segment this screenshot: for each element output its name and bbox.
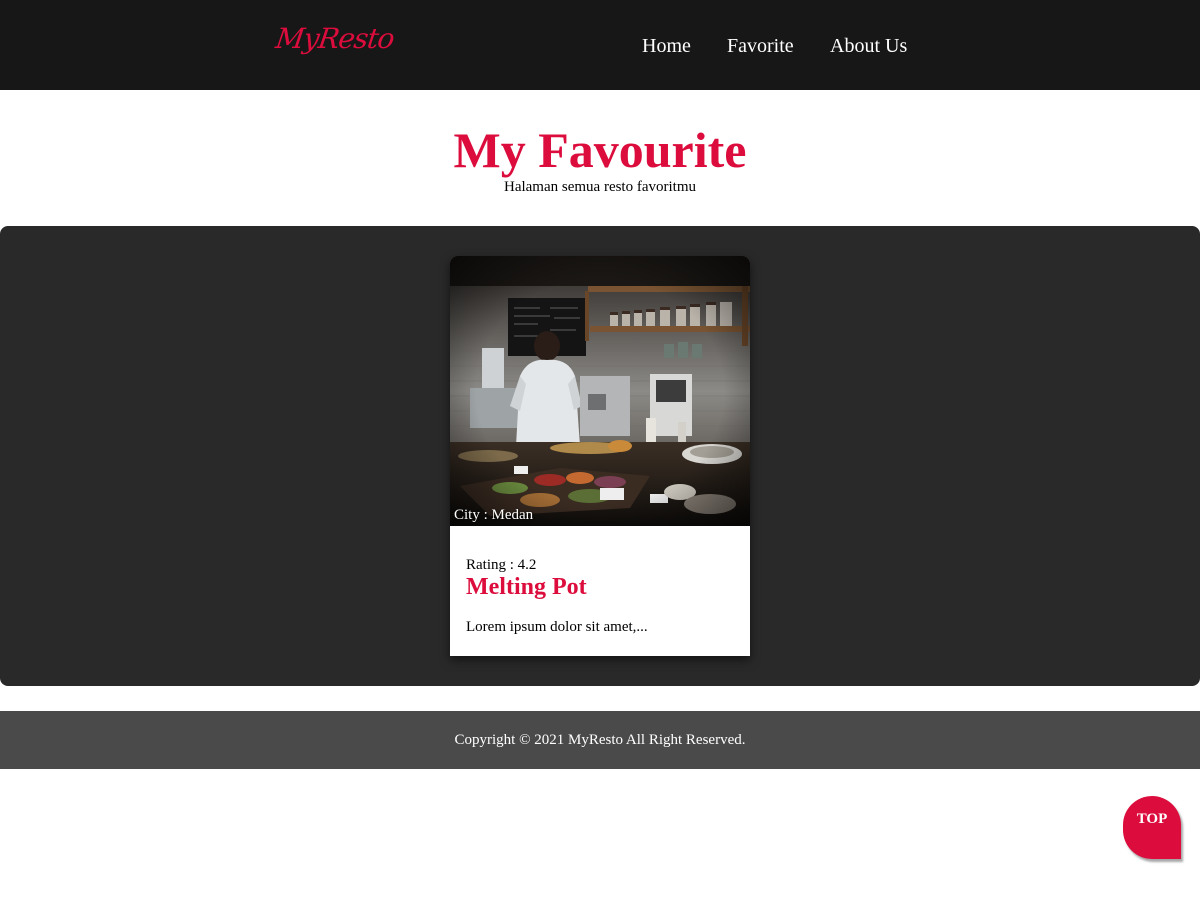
- restaurant-city: City : Medan: [454, 507, 534, 523]
- site-footer: Copyright © 2021 MyResto All Right Reser…: [0, 711, 1200, 769]
- restaurant-name-link[interactable]: Melting Pot: [466, 572, 587, 602]
- nav-link-favorite[interactable]: Favorite: [727, 34, 794, 58]
- restaurant-card[interactable]: City : Medan Rating : 4.2 Melting Pot Lo…: [450, 256, 750, 656]
- site-logo[interactable]: MyResto: [274, 22, 396, 55]
- back-to-top-button[interactable]: TOP: [1123, 796, 1181, 859]
- page-title: My Favourite: [453, 122, 747, 178]
- restaurant-description: Lorem ipsum dolor sit amet,...: [466, 619, 648, 635]
- restaurant-photo: [450, 256, 750, 526]
- site-header: MyResto Home Favorite About Us: [0, 0, 1200, 90]
- restaurant-image[interactable]: City : Medan: [450, 256, 750, 526]
- favorite-list: City : Medan Rating : 4.2 Melting Pot Lo…: [0, 226, 1200, 686]
- nav-link-about-us[interactable]: About Us: [830, 34, 907, 58]
- copyright-text: Copyright © 2021 MyResto All Right Reser…: [454, 732, 746, 748]
- card-body: Rating : 4.2 Melting Pot Lorem ipsum dol…: [450, 526, 750, 656]
- page-subtitle: Halaman semua resto favoritmu: [503, 179, 697, 195]
- nav-link-home[interactable]: Home: [642, 34, 691, 58]
